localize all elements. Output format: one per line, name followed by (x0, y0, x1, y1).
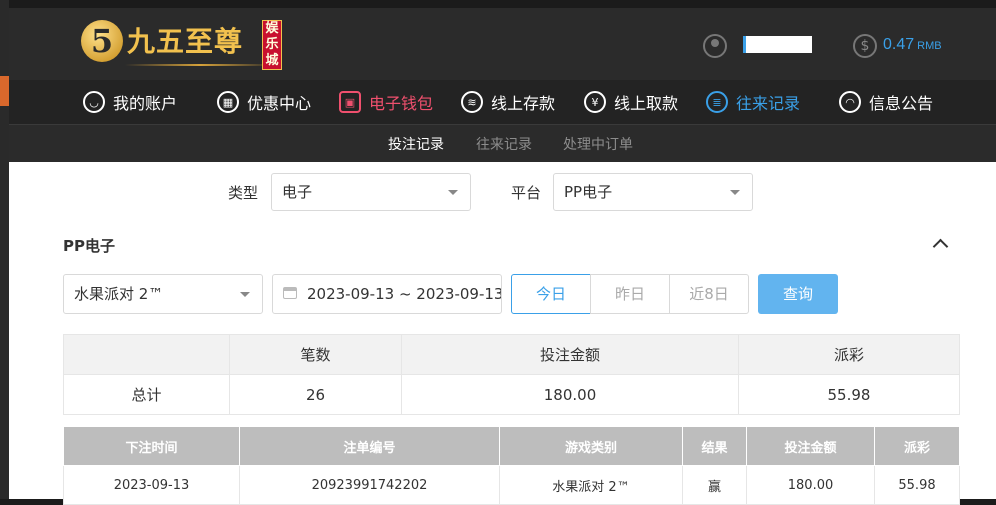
nav-label: 优惠中心 (247, 94, 312, 113)
username (743, 36, 812, 53)
date-range-value: 2023-09-13 ~ 2023-09-13 (307, 285, 502, 303)
summary-total-bet: 180.00 (401, 374, 739, 415)
bell-icon: ◠ (839, 91, 861, 113)
left-accent (0, 76, 9, 106)
brand-name: 九五至尊 (127, 25, 244, 58)
summary-total-count: 26 (229, 374, 402, 415)
nav-online-withdraw[interactable]: ¥ 线上取款 (584, 88, 678, 116)
chevron-down-icon (730, 190, 740, 195)
user-icon: ◡ (83, 91, 105, 113)
nav-promotions[interactable]: ▦ 优惠中心 (217, 88, 311, 116)
nav-label: 信息公告 (869, 94, 934, 113)
summary-header-row: 笔数 投注金额 派彩 (63, 334, 960, 375)
summary-table: 笔数 投注金额 派彩 总计 26 180.00 55.98 (63, 334, 960, 415)
header-bet-id: 注单编号 (239, 426, 500, 466)
summary-total-label: 总计 (63, 374, 230, 415)
summary-header-bet-amount: 投注金额 (401, 334, 739, 375)
tab-transaction-records[interactable]: 往来记录 (476, 134, 532, 154)
nav-online-deposit[interactable]: ≋ 线上存款 (461, 88, 555, 116)
avatar-icon[interactable] (703, 34, 727, 58)
nav-my-account[interactable]: ◡ 我的账户 (83, 88, 177, 116)
header-bet-amount: 投注金额 (746, 426, 875, 466)
bet-records-table: 下注时间 注单编号 游戏类别 结果 投注金额 派彩 2023-09-13 209… (63, 426, 960, 505)
type-label: 类型 (228, 184, 259, 202)
yesterday-button[interactable]: 昨日 (590, 274, 670, 314)
type-select[interactable]: 电子 (271, 173, 471, 211)
sub-tabs: 投注记录 往来记录 处理中订单 (9, 125, 996, 164)
game-select[interactable]: 水果派对 2™ (63, 274, 263, 314)
table-header-row: 下注时间 注单编号 游戏类别 结果 投注金额 派彩 (63, 426, 960, 466)
wallet-icon: ▣ (339, 91, 361, 113)
nav-e-wallet[interactable]: ▣ 电子钱包 (339, 88, 433, 116)
summary-header-blank (63, 334, 230, 375)
chevron-down-icon (240, 292, 250, 297)
left-edge (0, 0, 9, 499)
deposit-icon: ≋ (461, 91, 483, 113)
account-balance: 0.47 RMB (883, 36, 942, 54)
logo-ornament (125, 64, 275, 66)
site-logo[interactable]: 5 九五至尊 娱乐城 (81, 18, 311, 74)
withdraw-icon: ¥ (584, 91, 606, 113)
summary-total-payout: 55.98 (738, 374, 960, 415)
main-nav: ◡ 我的账户 ▦ 优惠中心 ▣ 电子钱包 ≋ 线上存款 ¥ 线上取款 ≣ 往来记录 ◠ 信息公… (9, 80, 996, 125)
platform-select-value: PP电子 (564, 183, 613, 201)
header-game-category: 游戏类别 (499, 426, 683, 466)
nav-transaction-records[interactable]: ≣ 往来记录 (706, 88, 800, 116)
query-button[interactable]: 查询 (758, 274, 838, 314)
top-band (9, 0, 996, 8)
tab-bet-records[interactable]: 投注记录 (384, 134, 448, 164)
nav-label: 线上存款 (491, 94, 556, 113)
records-icon: ≣ (706, 91, 728, 113)
main-content: 类型 电子 平台 PP电子 PP电子 水果派对 2™ 2023-09-13 ~ … (9, 162, 996, 505)
dollar-icon: $ (853, 34, 877, 58)
site-header: 5 九五至尊 娱乐城 $ 0.47 RMB (9, 8, 996, 80)
gift-icon: ▦ (217, 91, 239, 113)
type-select-value: 电子 (282, 183, 313, 201)
summary-header-payout: 派彩 (738, 334, 960, 375)
today-button[interactable]: 今日 (511, 274, 591, 314)
header-result: 结果 (682, 426, 747, 466)
header-bet-time: 下注时间 (63, 426, 240, 466)
logo-five-icon: 5 (81, 20, 123, 62)
platform-select[interactable]: PP电子 (553, 173, 753, 211)
summary-header-count: 笔数 (229, 334, 402, 375)
platform-label: 平台 (511, 184, 542, 202)
nav-label: 我的账户 (113, 94, 178, 113)
nav-label: 电子钱包 (369, 94, 434, 113)
header-payout: 派彩 (874, 426, 960, 466)
summary-total-row: 总计 26 180.00 55.98 (63, 374, 960, 415)
nav-label: 线上取款 (614, 94, 679, 113)
balance-currency: RMB (917, 40, 942, 52)
game-select-value: 水果派对 2™ (74, 285, 164, 303)
balance-value: 0.47 (883, 36, 915, 53)
last-8-days-button[interactable]: 近8日 (669, 274, 749, 314)
brand-badge: 娱乐城 (262, 20, 282, 70)
chevron-down-icon (448, 190, 458, 195)
nav-label: 往来记录 (736, 94, 801, 113)
chevron-up-icon[interactable] (933, 236, 947, 250)
section-title: PP电子 (63, 237, 115, 255)
date-range-input[interactable]: 2023-09-13 ~ 2023-09-13 (272, 274, 502, 314)
tab-pending-orders[interactable]: 处理中订单 (563, 134, 633, 154)
calendar-icon (283, 287, 297, 299)
nav-announcements[interactable]: ◠ 信息公告 (839, 88, 933, 116)
